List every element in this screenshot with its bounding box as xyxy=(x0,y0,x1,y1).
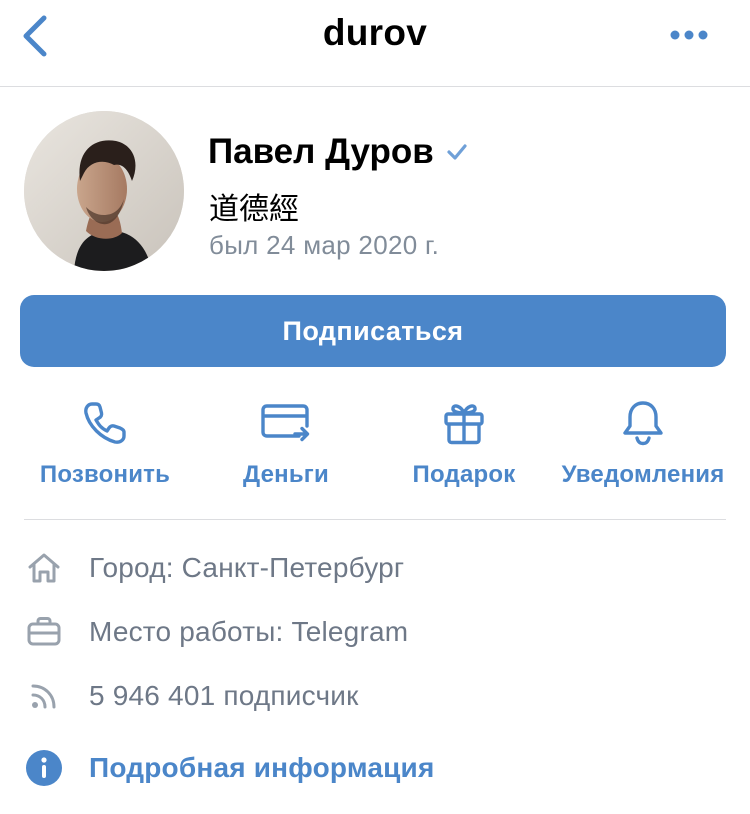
phone-icon xyxy=(84,402,126,444)
navigation-bar: durov xyxy=(0,0,750,87)
info-city: Город: Санкт-Петербург xyxy=(24,546,404,590)
profile-name: Павел Дуров xyxy=(208,132,434,171)
info-followers-text: 5 946 401 подписчик xyxy=(89,680,359,711)
info-followers[interactable]: 5 946 401 подписчик xyxy=(24,674,358,718)
money-transfer-icon xyxy=(261,404,310,442)
more-info-link[interactable]: Подробная информация xyxy=(24,746,434,790)
followers-icon xyxy=(24,676,64,716)
profile-name-row: Павел Дуров xyxy=(208,129,468,175)
more-info-text: Подробная информация xyxy=(89,752,435,783)
info-work-text: Место работы: Telegram xyxy=(89,616,409,647)
avatar[interactable] xyxy=(24,111,184,271)
info-work: Место работы: Telegram xyxy=(24,610,408,654)
verified-icon xyxy=(447,144,467,160)
last-seen-text: был 24 мар 2020 г. xyxy=(209,230,440,260)
subscribe-button[interactable]: Подписаться xyxy=(20,295,726,367)
more-button[interactable] xyxy=(664,20,714,50)
call-action[interactable]: Позвонить xyxy=(15,398,195,498)
profile-status: 道德經 xyxy=(209,193,299,226)
divider xyxy=(24,519,726,520)
briefcase-icon xyxy=(24,612,64,652)
gift-icon xyxy=(444,404,484,445)
bell-icon xyxy=(623,401,663,446)
notifications-action-label: Уведомления xyxy=(561,461,725,488)
avatar-photo xyxy=(24,111,184,271)
more-horizontal-icon xyxy=(670,30,708,40)
money-action-label: Деньги xyxy=(243,461,329,488)
info-icon xyxy=(24,748,64,788)
call-action-label: Позвонить xyxy=(39,461,171,488)
notifications-action[interactable]: Уведомления xyxy=(553,398,733,498)
gift-action-label: Подарок xyxy=(412,461,516,488)
page-title: durov xyxy=(322,12,428,53)
info-city-text: Город: Санкт-Петербург xyxy=(89,552,405,583)
money-action[interactable]: Деньги xyxy=(196,398,376,498)
home-icon xyxy=(24,548,64,588)
gift-action[interactable]: Подарок xyxy=(374,398,554,498)
